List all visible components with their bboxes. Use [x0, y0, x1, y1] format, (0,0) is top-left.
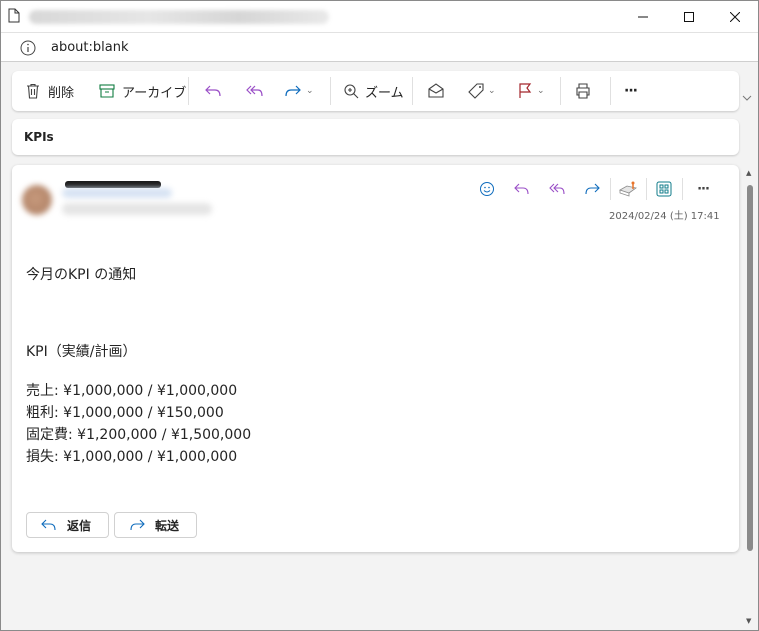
apps-icon — [656, 181, 672, 197]
maximize-icon — [684, 11, 694, 22]
reply-label: 返信 — [67, 518, 92, 533]
title-bar — [1, 1, 758, 32]
forward-button[interactable]: 転送 — [114, 512, 197, 538]
addin-button[interactable] — [618, 179, 638, 199]
reply-icon — [41, 519, 56, 531]
chevron-down-icon[interactable]: ⌄ — [537, 86, 545, 96]
tag-icon — [468, 83, 484, 99]
close-icon — [730, 11, 740, 22]
kpi-header: KPI（実績/計画） — [26, 344, 137, 360]
subject-bar: KPIs — [12, 119, 739, 155]
archive-button[interactable]: アーカイブ — [98, 79, 186, 103]
envelope-open-icon — [428, 83, 444, 98]
kpi-line: 損失: ¥1,000,000 / ¥1,000,000 — [26, 449, 238, 465]
forward-icon — [585, 183, 600, 195]
browser-window: about:blank 削除 アーカイブ ⌄ ズーム ⌄ ⌄ ··· KPIs … — [0, 0, 759, 631]
emoji-button[interactable] — [477, 179, 497, 199]
address-bar[interactable]: about:blank — [1, 32, 758, 62]
print-button[interactable] — [574, 79, 592, 103]
reply-button[interactable]: 返信 — [26, 512, 109, 538]
sender-name-redacted — [65, 181, 161, 188]
scroll-up-icon[interactable]: ▲ — [746, 169, 751, 177]
zoom-icon — [344, 83, 359, 98]
message-subject: KPIs — [24, 130, 54, 144]
window-title-redacted — [29, 10, 329, 24]
zoom-label: ズーム — [365, 85, 404, 101]
document-icon — [8, 8, 20, 23]
collapse-toolbar-chevron-icon[interactable] — [741, 93, 753, 103]
forward-icon — [130, 519, 145, 531]
delete-button[interactable]: 削除 — [24, 79, 74, 103]
sender-email-redacted — [62, 188, 172, 198]
recipient-redacted — [62, 203, 212, 215]
mark-read-button[interactable] — [427, 79, 445, 103]
reply-all-toolbar-button[interactable] — [243, 79, 265, 103]
close-button[interactable] — [712, 1, 758, 32]
address-url[interactable]: about:blank — [51, 40, 129, 55]
more-icon: ··· — [697, 181, 710, 197]
apps-button[interactable] — [654, 179, 674, 199]
reply-all-icon — [246, 85, 263, 97]
reply-icon — [205, 85, 221, 97]
message-date: 2024/02/24 (土) 17:41 — [609, 211, 720, 222]
more-options-button[interactable]: ··· — [624, 79, 638, 103]
chevron-down-icon[interactable]: ⌄ — [306, 86, 314, 96]
archive-icon — [99, 84, 115, 98]
tag-button[interactable]: ⌄ — [467, 79, 496, 103]
body-intro: 今月のKPI の通知 — [26, 267, 137, 283]
reply-icon — [514, 183, 529, 195]
reply-all-icon — [549, 183, 565, 195]
flag-icon — [519, 83, 532, 98]
message-card: ··· 2024/02/24 (土) 17:41 今月のKPI の通知 KPI（… — [12, 165, 739, 552]
minimize-icon — [638, 16, 648, 17]
maximize-button[interactable] — [666, 1, 712, 32]
scroll-down-icon[interactable]: ▼ — [746, 617, 751, 625]
addin-icon — [619, 181, 637, 197]
message-more-button[interactable]: ··· — [693, 179, 713, 199]
trash-icon — [27, 83, 39, 99]
minimize-button[interactable] — [620, 1, 666, 32]
reply-all-action-button[interactable] — [547, 179, 567, 199]
flag-button[interactable]: ⌄ — [516, 79, 545, 103]
kpi-line: 固定費: ¥1,200,000 / ¥1,500,000 — [26, 427, 252, 443]
zoom-button[interactable]: ズーム — [343, 79, 404, 103]
forward-toolbar-button[interactable]: ⌄ — [283, 79, 314, 103]
kpi-line: 売上: ¥1,000,000 / ¥1,000,000 — [26, 383, 238, 399]
mail-toolbar: 削除 アーカイブ ⌄ ズーム ⌄ ⌄ ··· — [12, 71, 739, 111]
smiley-icon — [480, 182, 494, 196]
forward-icon — [285, 85, 301, 97]
reply-action-button[interactable] — [512, 179, 532, 199]
printer-icon — [576, 83, 590, 99]
archive-label: アーカイブ — [122, 85, 187, 101]
delete-label: 削除 — [48, 85, 75, 101]
scrollbar-thumb[interactable] — [747, 185, 753, 551]
forward-action-button[interactable] — [582, 179, 602, 199]
info-icon[interactable] — [20, 40, 36, 56]
sender-avatar — [22, 185, 52, 215]
reply-toolbar-button[interactable] — [203, 79, 223, 103]
kpi-line: 粗利: ¥1,000,000 / ¥150,000 — [26, 405, 224, 421]
forward-label: 転送 — [155, 518, 180, 533]
chevron-down-icon[interactable]: ⌄ — [488, 86, 496, 96]
more-icon: ··· — [624, 83, 638, 99]
